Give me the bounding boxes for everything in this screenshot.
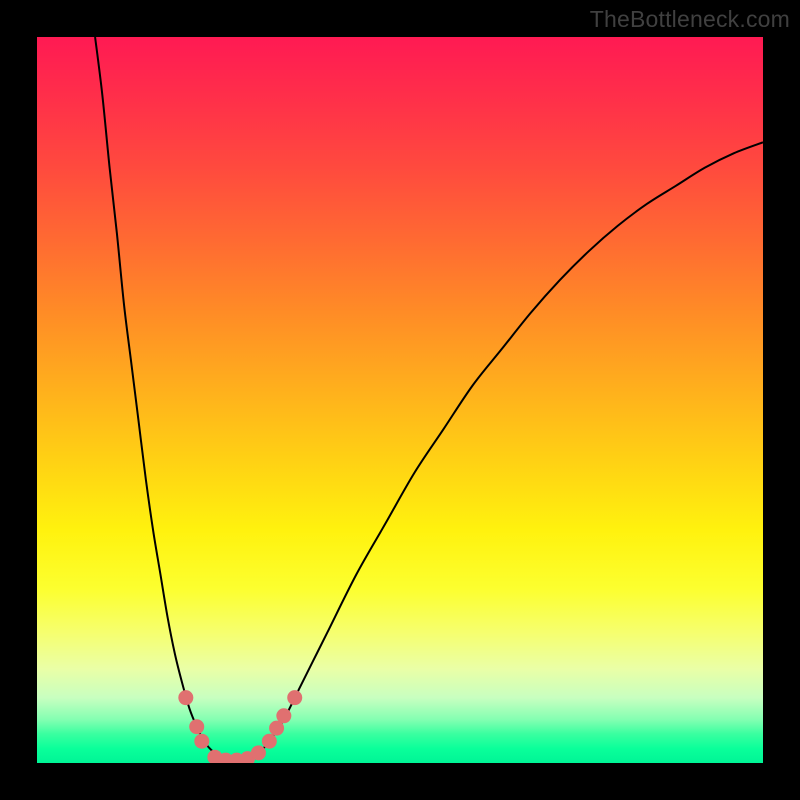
chart-stage: TheBottleneck.com — [0, 0, 800, 800]
marker-dot — [276, 708, 291, 723]
curve-svg — [37, 37, 763, 763]
marker-dot — [189, 719, 204, 734]
bottleneck-curve — [95, 37, 763, 761]
credit-label: TheBottleneck.com — [590, 6, 790, 33]
marker-dot — [262, 734, 277, 749]
highlight-markers — [178, 690, 302, 763]
plot-area — [37, 37, 763, 763]
marker-dot — [287, 690, 302, 705]
marker-dot — [178, 690, 193, 705]
marker-dot — [194, 734, 209, 749]
marker-dot — [251, 745, 266, 760]
